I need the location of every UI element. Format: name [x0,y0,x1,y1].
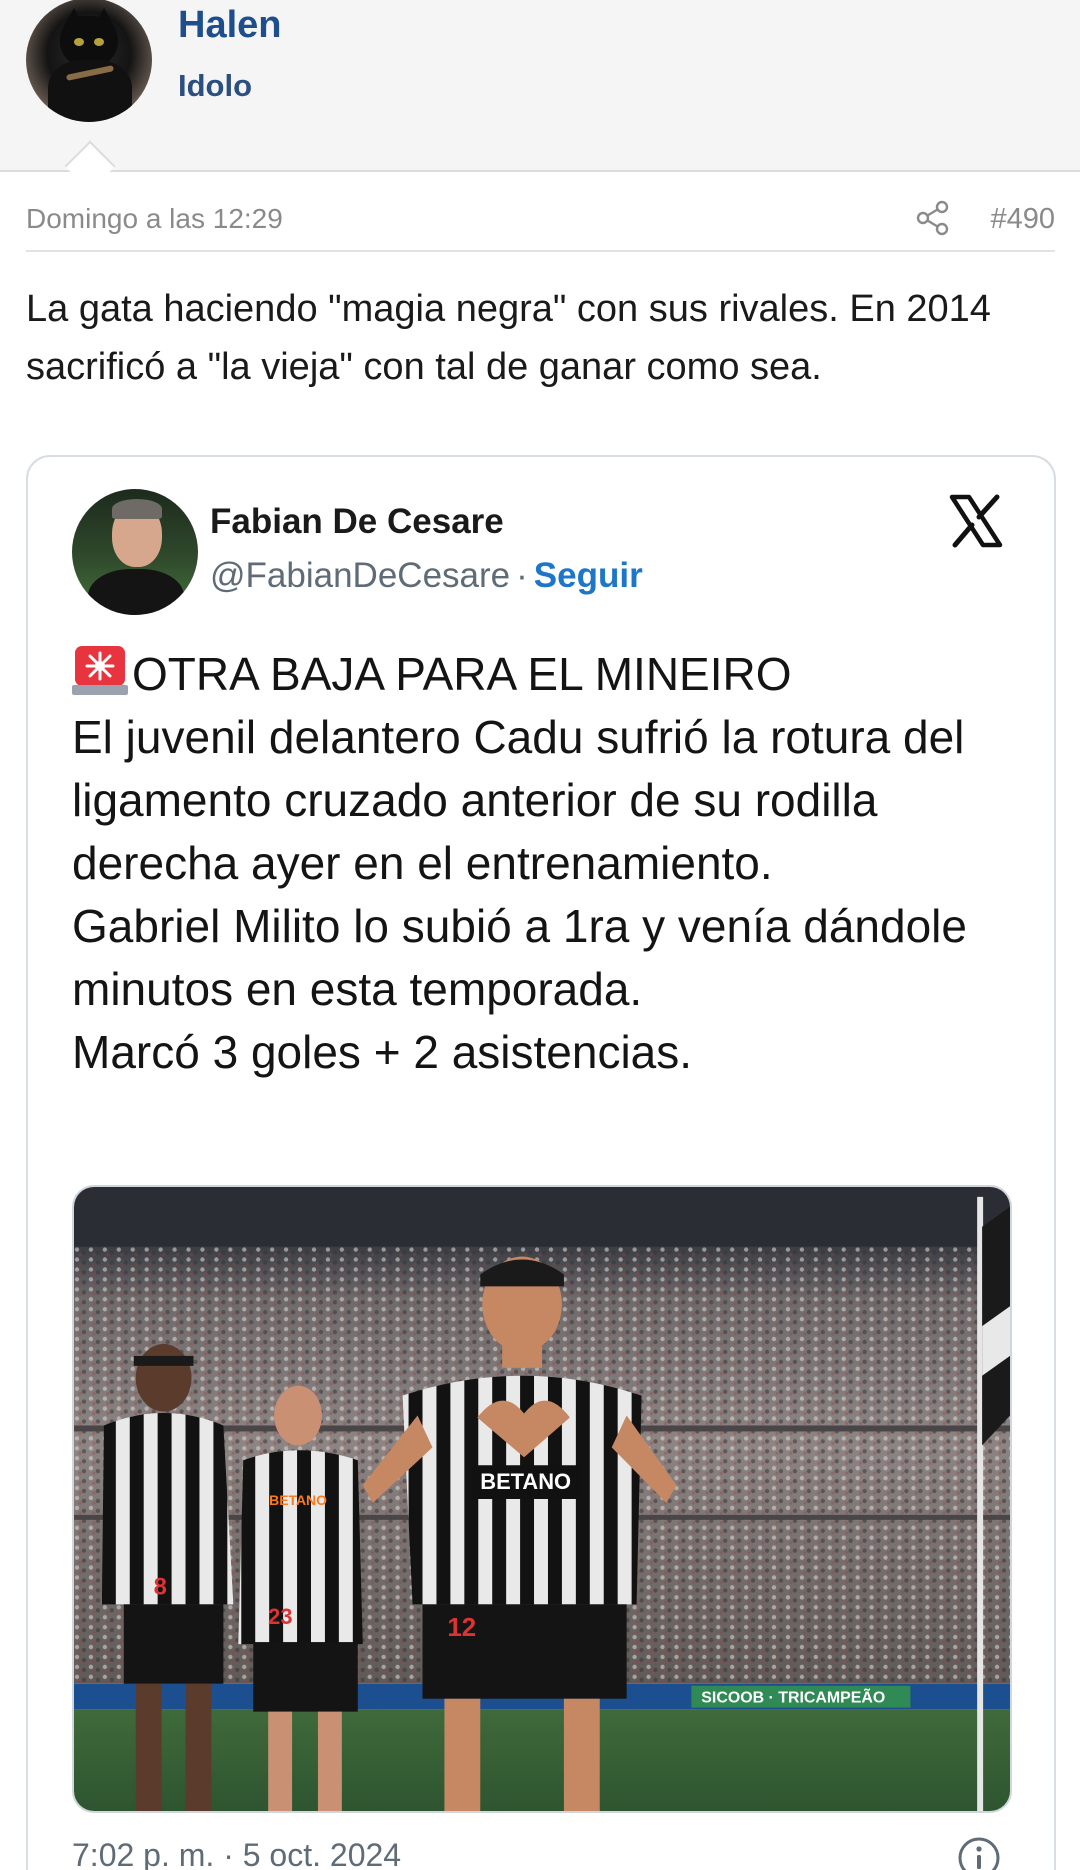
follow-button[interactable]: Seguir [534,556,643,595]
username-link[interactable]: Halen [178,2,281,48]
post-body-text: La gata haciendo "magia negra" con sus r… [26,288,991,388]
tweet-author-handle[interactable]: @FabianDeCesare [210,556,510,595]
post-date[interactable]: Domingo a las 12:29 [26,202,283,236]
share-icon[interactable] [916,200,950,236]
tweet-author-avatar[interactable] [72,489,198,615]
player-number: 23 [268,1604,292,1629]
embedded-tweet-card[interactable]: Fabian De Cesare @FabianDeCesare · Seguir … [26,455,1056,1870]
tweet-line: Gabriel Milito lo subió a 1ra y venía dá… [72,900,967,1015]
user-header: Halen Idolo [0,0,1080,172]
tweet-headline: OTRA BAJA PARA EL MINEIRO [132,648,792,700]
jersey-sponsor: BETANO [480,1469,571,1494]
tweet-photo[interactable]: SICOOB · TRICAMPEÃO 8 23 BETANO BETANO 1… [72,1185,1012,1813]
user-avatar[interactable] [26,0,152,122]
user-rank: Idolo [178,68,253,103]
avatar-cat-eye [74,38,84,46]
avatar-hair [112,499,162,519]
tweet-line: Marcó 3 goles + 2 asistencias. [72,1026,693,1078]
tweet-headline-line: OTRA BAJA PARA EL MINEIRO [72,643,1022,706]
post-meta: Domingo a las 12:29 #490 [26,196,1055,252]
handle-separator: · [516,556,528,595]
x-logo-icon[interactable] [948,493,1004,549]
player-number: 8 [154,1573,167,1600]
tweet-text: OTRA BAJA PARA EL MINEIRO El juvenil del… [72,643,1022,1084]
avatar-shirt [88,569,184,615]
player-number: 12 [447,1614,476,1642]
ad-board-text: SICOOB · TRICAMPEÃO [701,1687,885,1707]
tweet-timestamp[interactable]: 7:02 p. m. · 5 oct. 2024 [72,1835,401,1870]
avatar-cat-eye [94,38,104,46]
tweet-author-name[interactable]: Fabian De Cesare [210,501,504,543]
tweet-handle-row: @FabianDeCesare · Seguir [210,555,643,597]
post-number-link[interactable]: #490 [990,202,1055,236]
info-icon[interactable] [956,1835,1002,1870]
tweet-line: El juvenil delantero Cadu sufrió la rotu… [72,711,965,889]
jersey-sponsor: BETANO [269,1492,327,1508]
siren-emoji-icon [72,646,128,695]
